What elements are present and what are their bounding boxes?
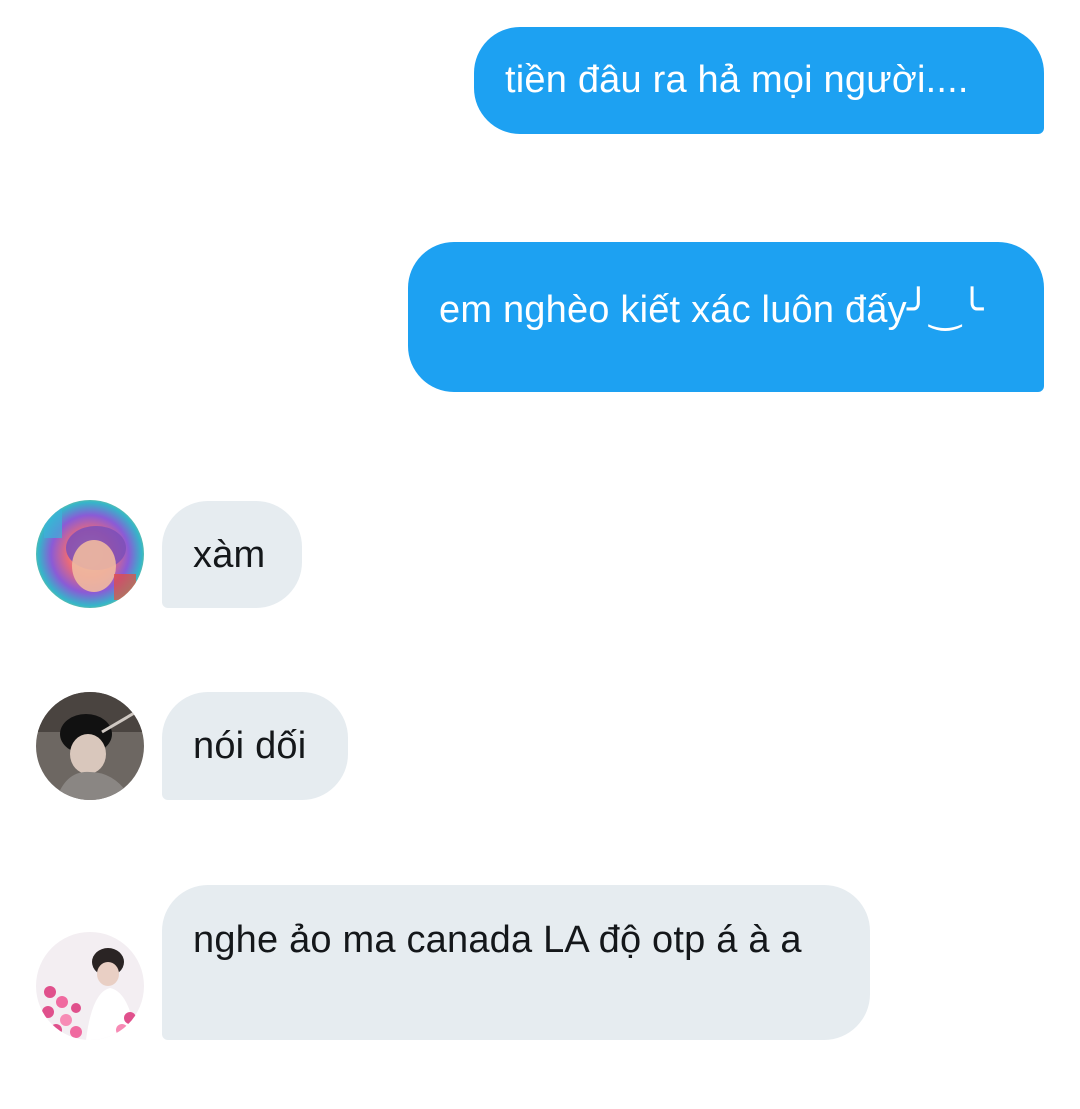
message-text: nói dối bbox=[193, 725, 307, 767]
message-text: em nghèo kiết xác luôn đấy╯‿╰ bbox=[439, 289, 984, 331]
message-text: xàm bbox=[193, 534, 266, 576]
sender-avatar[interactable] bbox=[36, 500, 144, 608]
incoming-message-bubble[interactable]: nói dối bbox=[162, 692, 348, 800]
incoming-message-bubble[interactable]: xàm bbox=[162, 501, 302, 608]
user-avatar-dark-icon bbox=[36, 692, 144, 800]
sender-avatar[interactable] bbox=[36, 692, 144, 800]
outgoing-message-bubble[interactable]: em nghèo kiết xác luôn đấy╯‿╰ bbox=[408, 242, 1044, 392]
user-avatar-rainbow-icon bbox=[36, 500, 144, 608]
sender-avatar[interactable] bbox=[36, 932, 144, 1040]
message-text: nghe ảo ma canada LA độ otp á à a bbox=[193, 919, 802, 961]
message-text: tiền đâu ra hả mọi người.... bbox=[505, 59, 969, 101]
outgoing-message-bubble[interactable]: tiền đâu ra hả mọi người.... bbox=[474, 27, 1044, 134]
user-avatar-hearts-icon bbox=[36, 932, 144, 1040]
incoming-message-bubble[interactable]: nghe ảo ma canada LA độ otp á à a bbox=[162, 885, 870, 1040]
